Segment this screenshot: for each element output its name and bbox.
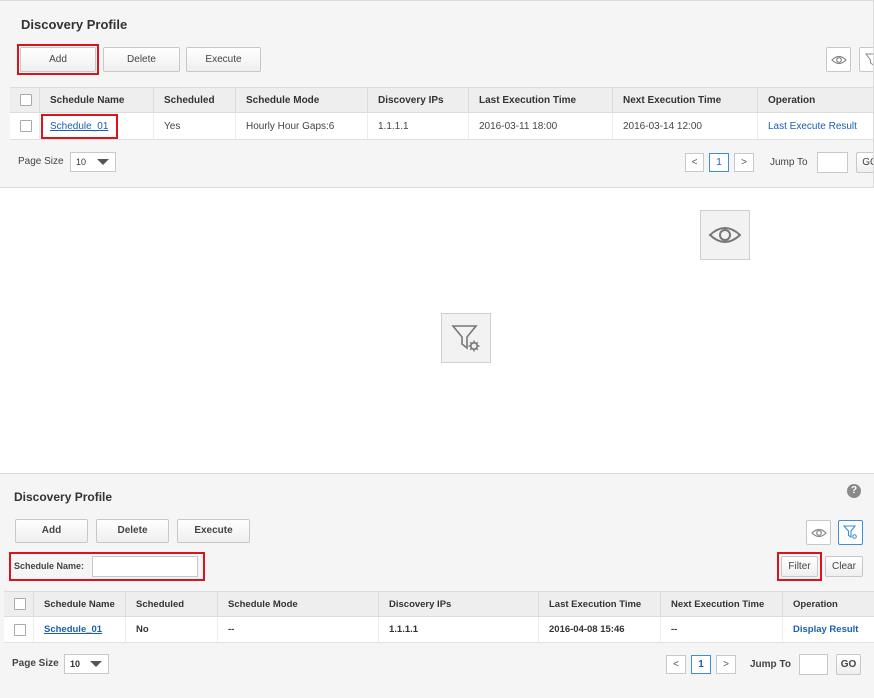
select-all-cell [10, 88, 40, 112]
column-header[interactable]: Operation [783, 592, 874, 616]
select-all-cell [4, 592, 34, 616]
filter-button[interactable]: Filter [781, 556, 818, 577]
add-button[interactable]: Add [15, 519, 88, 543]
execute-button[interactable]: Execute [186, 47, 261, 72]
table-header: Schedule Name Scheduled Schedule Mode Di… [4, 591, 874, 617]
filter-toggle-button[interactable] [859, 47, 873, 72]
next-execution-cell: 2016-03-14 12:00 [613, 113, 758, 139]
filter-settings-icon [451, 325, 480, 352]
table-row[interactable]: Schedule_01 Yes Hourly Hour Gaps:6 1.1.1… [10, 113, 873, 140]
table-row[interactable]: Schedule_01 No -- 1.1.1.1 2016-04-08 15:… [4, 617, 874, 643]
go-button[interactable]: GO [856, 152, 873, 173]
row-checkbox[interactable] [14, 623, 26, 636]
operation-cell: Last Execute Result [758, 113, 873, 139]
page-1-button[interactable]: 1 [691, 655, 711, 674]
select-all-checkbox[interactable] [14, 598, 26, 610]
jump-to-input[interactable] [817, 152, 848, 173]
column-header[interactable]: Schedule Name [34, 592, 126, 616]
schedule-mode-cell: -- [218, 617, 379, 642]
clear-button[interactable]: Clear [825, 556, 863, 577]
row-select-cell [4, 617, 34, 642]
column-header[interactable]: Schedule Mode [218, 592, 379, 616]
column-visibility-button[interactable] [826, 47, 851, 72]
schedule-name-link[interactable]: Schedule_01 [44, 624, 102, 635]
prev-page-button[interactable]: < [666, 655, 686, 674]
next-execution-cell: -- [661, 617, 783, 642]
last-execution-cell: 2016-03-11 18:00 [469, 113, 613, 139]
column-visibility-button[interactable] [806, 520, 831, 545]
help-icon[interactable]: ? [847, 484, 861, 498]
schedule-mode-cell: Hourly Hour Gaps:6 [236, 113, 368, 139]
last-execute-result-link[interactable]: Last Execute Result [768, 121, 857, 132]
scheduled-cell: No [126, 617, 218, 642]
column-header[interactable]: Discovery IPs [379, 592, 539, 616]
column-header[interactable]: Next Execution Time [613, 88, 758, 112]
page-size-value: 10 [76, 157, 87, 167]
filter-icon [864, 53, 873, 66]
page-size-value: 10 [70, 659, 81, 669]
scheduled-cell: Yes [154, 113, 236, 139]
table-header: Schedule Name Scheduled Schedule Mode Di… [10, 87, 873, 113]
page-size-label: Page Size [18, 156, 64, 167]
page-size-select[interactable]: 10 [70, 152, 116, 172]
execute-button[interactable]: Execute [177, 519, 250, 543]
page-size-label: Page Size [12, 658, 59, 669]
column-header[interactable]: Operation [758, 88, 873, 112]
last-execution-cell: 2016-04-08 15:46 [539, 617, 661, 642]
display-result-link[interactable]: Display Result [793, 624, 858, 635]
schedule-name-cell: Schedule_01 [34, 617, 126, 642]
select-all-checkbox[interactable] [20, 94, 32, 106]
next-page-button[interactable]: > [716, 655, 736, 674]
row-checkbox[interactable] [20, 120, 32, 132]
prev-page-button[interactable]: < [685, 153, 704, 172]
chevron-down-icon [90, 661, 102, 667]
discovery-ips-cell: 1.1.1.1 [379, 617, 539, 642]
eye-icon [708, 227, 742, 243]
jump-to-label: Jump To [750, 659, 791, 670]
chevron-down-icon [97, 159, 109, 165]
column-header[interactable]: Scheduled [154, 88, 236, 112]
add-button[interactable]: Add [20, 47, 96, 72]
schedule-name-filter-label: Schedule Name: [14, 561, 85, 571]
next-page-button[interactable]: > [734, 153, 754, 172]
discovery-profile-panel-2: Discovery Profile ? Add Delete Execute S… [0, 473, 874, 698]
page-title: Discovery Profile [14, 490, 113, 504]
delete-button[interactable]: Delete [103, 47, 180, 72]
eye-icon [810, 528, 827, 537]
page-1-button[interactable]: 1 [709, 153, 729, 172]
column-header[interactable]: Discovery IPs [368, 88, 469, 112]
page-size-select[interactable]: 10 [64, 654, 109, 674]
column-header[interactable]: Last Execution Time [539, 592, 661, 616]
column-header[interactable]: Last Execution Time [469, 88, 613, 112]
go-button[interactable]: GO [836, 654, 861, 675]
column-header[interactable]: Scheduled [126, 592, 218, 616]
eye-icon-enlarged [700, 210, 750, 260]
delete-button[interactable]: Delete [96, 519, 169, 543]
jump-to-input[interactable] [799, 654, 828, 675]
row-select-cell [10, 113, 40, 139]
column-header[interactable]: Schedule Mode [236, 88, 368, 112]
schedule-name-cell: Schedule_01 [40, 113, 154, 139]
page-title: Discovery Profile [21, 17, 128, 32]
filter-toggle-button[interactable] [838, 520, 863, 545]
jump-to-label: Jump To [770, 157, 808, 168]
filter-icon-enlarged [441, 313, 491, 363]
column-header[interactable]: Next Execution Time [661, 592, 783, 616]
operation-cell: Display Result [783, 617, 874, 642]
discovery-profile-panel-1: Discovery Profile Add Delete Execute Sch… [0, 0, 874, 188]
discovery-ips-cell: 1.1.1.1 [368, 113, 469, 139]
filter-settings-icon [843, 525, 857, 539]
column-header[interactable]: Schedule Name [40, 88, 154, 112]
eye-icon [830, 55, 847, 64]
schedule-name-link[interactable]: Schedule_01 [50, 121, 108, 132]
schedule-name-filter-input[interactable] [92, 556, 198, 577]
